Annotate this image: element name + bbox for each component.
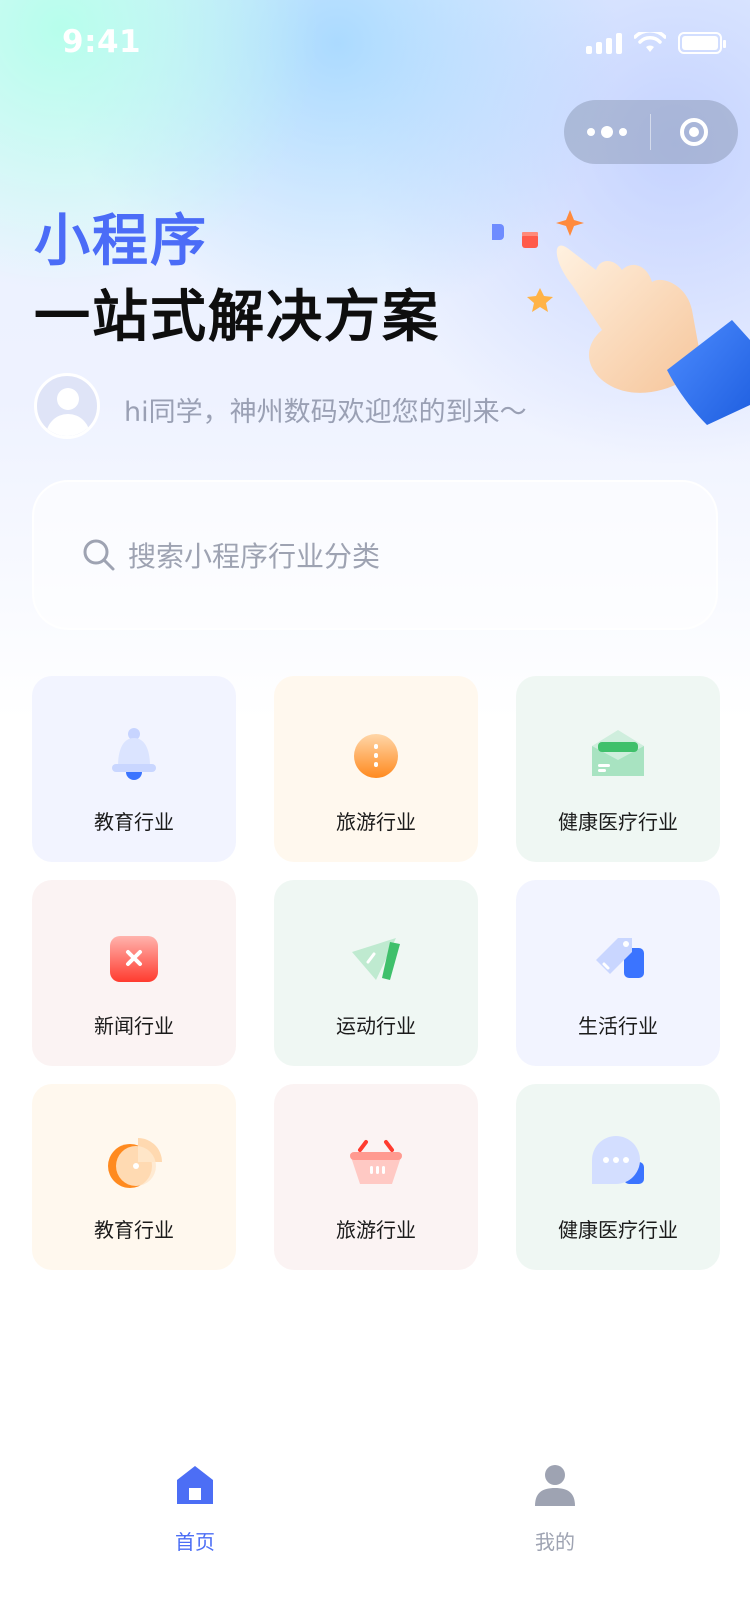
avatar-head-shape [57, 388, 79, 410]
close-box-icon [110, 936, 158, 982]
home-icon [177, 1466, 213, 1504]
signal-icon [586, 32, 622, 54]
wifi-icon [634, 32, 666, 52]
category-card-life[interactable]: 生活行业 [516, 880, 720, 1066]
avatar-body-shape [46, 414, 90, 436]
search-placeholder: 搜索小程序行业分类 [128, 540, 381, 573]
chat-bubble-icon [592, 1136, 644, 1184]
tab-mine[interactable]: 我的 [505, 1464, 605, 1564]
search-icon [83, 539, 115, 571]
category-card-health[interactable]: 健康医疗行业 [516, 676, 720, 862]
user-icon [535, 1465, 575, 1506]
basket-icon [350, 1140, 402, 1184]
pie-chart-icon [108, 1138, 162, 1188]
search-input[interactable]: 搜索小程序行业分类 [32, 480, 718, 630]
category-label: 健康医疗行业 [558, 810, 678, 834]
target-icon [680, 118, 708, 146]
category-card-travel-2[interactable]: 旅游行业 [274, 1084, 478, 1270]
close-miniprogram-button[interactable] [651, 100, 737, 164]
category-label: 旅游行业 [336, 810, 416, 834]
greeting-text: hi同学，神州数码欢迎您的到来～ [124, 397, 527, 428]
bell-icon [112, 728, 156, 780]
hand-illustration [492, 210, 750, 425]
tab-home-label: 首页 [175, 1530, 215, 1554]
category-card-education-2[interactable]: 教育行业 [32, 1084, 236, 1270]
category-label: 生活行业 [578, 1014, 658, 1038]
miniprogram-capsule [564, 100, 738, 164]
tab-home[interactable]: 首页 [145, 1464, 245, 1564]
category-label: 教育行业 [94, 810, 174, 834]
envelope-icon [592, 730, 644, 776]
category-card-news[interactable]: 新闻行业 [32, 880, 236, 1066]
tag-icon [596, 938, 644, 978]
category-card-travel[interactable]: 旅游行业 [274, 676, 478, 862]
paper-plane-icon [352, 938, 400, 980]
hero-title: 小程序 [34, 209, 208, 274]
avatar[interactable] [34, 373, 100, 439]
bottom-tab-bar: 首页 我的 [0, 1450, 750, 1570]
category-label: 教育行业 [94, 1218, 174, 1242]
more-options-button[interactable] [564, 100, 650, 164]
status-time: 9:41 [62, 24, 142, 60]
battery-icon [678, 32, 726, 54]
category-card-education[interactable]: 教育行业 [32, 676, 236, 862]
category-label: 健康医疗行业 [558, 1218, 678, 1242]
category-label: 运动行业 [336, 1014, 416, 1038]
tab-mine-label: 我的 [535, 1530, 575, 1554]
category-card-health-2[interactable]: 健康医疗行业 [516, 1084, 720, 1270]
category-label: 新闻行业 [94, 1014, 174, 1038]
status-bar: 9:41 [0, 0, 750, 88]
category-label: 旅游行业 [336, 1218, 416, 1242]
compass-icon [354, 734, 398, 778]
status-icons [586, 32, 726, 54]
hero-subtitle: 一站式解决方案 [34, 285, 440, 350]
category-card-sports[interactable]: 运动行业 [274, 880, 478, 1066]
